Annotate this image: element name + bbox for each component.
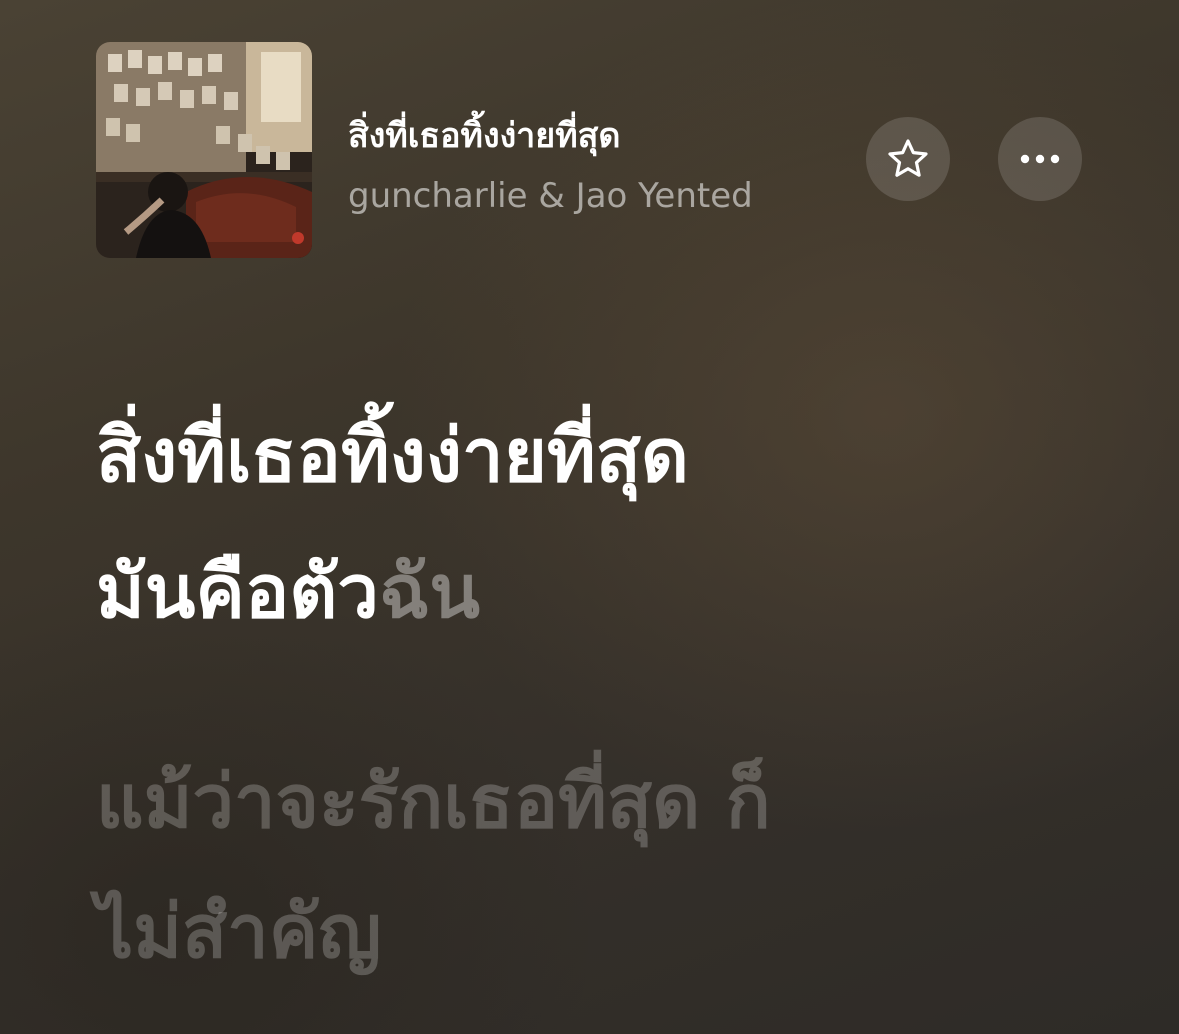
lyric-line-next[interactable]: แม้ว่าจะรักเธอที่สุด ก็ (96, 758, 771, 847)
now-playing-header: สิ่งที่เธอทิ้งง่ายที่สุด guncharlie & Ja… (0, 0, 1179, 300)
artist-name[interactable]: guncharlie & Jao Yented (348, 176, 753, 216)
lyric-line-current-progress[interactable]: มันคือตัวฉัน (96, 548, 480, 637)
lyric-unsung-segment: ฉัน (378, 549, 480, 635)
album-artwork-image (96, 42, 312, 258)
song-title[interactable]: สิ่งที่เธอทิ้งง่ายที่สุด (348, 108, 620, 162)
lyric-sung-segment: มันคือตัว (96, 549, 379, 635)
album-artwork[interactable] (96, 42, 312, 258)
more-icon (1020, 154, 1060, 164)
star-icon (888, 139, 928, 177)
lyric-line-next[interactable]: ไม่สำคัญ (96, 888, 381, 977)
more-options-button[interactable] (998, 117, 1082, 201)
favorite-button[interactable] (866, 117, 950, 201)
lyric-line-current[interactable]: สิ่งที่เธอทิ้งง่ายที่สุด (96, 412, 689, 501)
